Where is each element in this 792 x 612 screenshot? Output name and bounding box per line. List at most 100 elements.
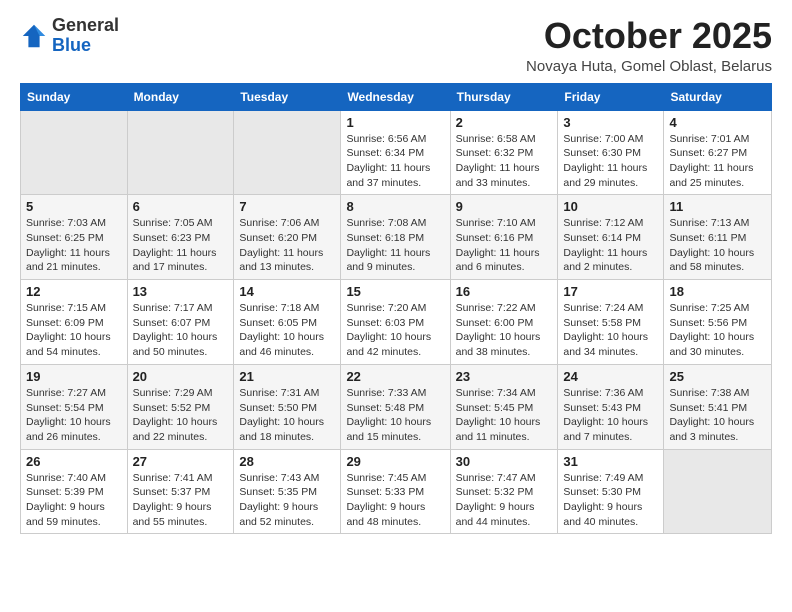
day-number: 3 xyxy=(563,115,658,130)
calendar-cell: 25 Sunrise: 7:38 AMSunset: 5:41 PMDayligh… xyxy=(664,364,772,449)
calendar-week-row: 5 Sunrise: 7:03 AMSunset: 6:25 PMDaylight… xyxy=(21,195,772,280)
day-info: Sunrise: 6:58 AMSunset: 6:32 PMDaylight:… xyxy=(456,132,553,191)
day-info: Sunrise: 7:34 AMSunset: 5:45 PMDaylight:… xyxy=(456,386,553,445)
weekday-header: Wednesday xyxy=(341,83,450,110)
day-number: 26 xyxy=(26,454,122,469)
day-info: Sunrise: 7:38 AMSunset: 5:41 PMDaylight:… xyxy=(669,386,766,445)
day-number: 15 xyxy=(346,284,444,299)
calendar-cell: 18Sunrise: 7:25 AMSunset: 5:56 PMDayligh… xyxy=(664,280,772,365)
day-number: 12 xyxy=(26,284,122,299)
calendar-cell: 1 Sunrise: 6:56 AMSunset: 6:34 PMDaylight… xyxy=(341,110,450,195)
calendar-week-row: 19 Sunrise: 7:27 AMSunset: 5:54 PMDayligh… xyxy=(21,364,772,449)
weekday-header: Sunday xyxy=(21,83,128,110)
weekday-header: Saturday xyxy=(664,83,772,110)
day-number: 19 xyxy=(26,369,122,384)
day-info: Sunrise: 7:01 AMSunset: 6:27 PMDaylight:… xyxy=(669,132,766,191)
page-container: General Blue October 2025 Novaya Huta, G… xyxy=(0,0,792,544)
title-block: October 2025 Novaya Huta, Gomel Oblast, … xyxy=(526,16,772,75)
calendar-week-row: 26 Sunrise: 7:40 AMSunset: 5:39 PMDayligh… xyxy=(21,449,772,534)
day-info: Sunrise: 7:47 AMSunset: 5:32 PMDaylight:… xyxy=(456,471,553,530)
day-number: 28 xyxy=(239,454,335,469)
day-number: 17 xyxy=(563,284,658,299)
day-info: Sunrise: 7:18 AMSunset: 6:05 PMDaylight:… xyxy=(239,301,335,360)
day-number: 5 xyxy=(26,199,122,214)
day-info: Sunrise: 7:27 AMSunset: 5:54 PMDaylight:… xyxy=(26,386,122,445)
day-info: Sunrise: 7:13 AMSunset: 6:11 PMDaylight:… xyxy=(669,216,766,275)
logo-icon xyxy=(20,22,48,50)
day-number: 4 xyxy=(669,115,766,130)
calendar-cell: 28 Sunrise: 7:43 AMSunset: 5:35 PMDayligh… xyxy=(234,449,341,534)
logo-text: General Blue xyxy=(52,16,119,56)
day-info: Sunrise: 6:56 AMSunset: 6:34 PMDaylight:… xyxy=(346,132,444,191)
day-number: 1 xyxy=(346,115,444,130)
logo-general: General xyxy=(52,15,119,35)
calendar-cell: 9Sunrise: 7:10 AMSunset: 6:16 PMDaylight… xyxy=(450,195,558,280)
day-number: 31 xyxy=(563,454,658,469)
calendar-cell: 6 Sunrise: 7:05 AMSunset: 6:23 PMDaylight… xyxy=(127,195,234,280)
day-number: 25 xyxy=(669,369,766,384)
day-info: Sunrise: 7:15 AMSunset: 6:09 PMDaylight:… xyxy=(26,301,122,360)
calendar-cell: 7Sunrise: 7:06 AMSunset: 6:20 PMDaylight… xyxy=(234,195,341,280)
day-number: 18 xyxy=(669,284,766,299)
location-subtitle: Novaya Huta, Gomel Oblast, Belarus xyxy=(526,58,772,75)
calendar-cell: 21 Sunrise: 7:31 AMSunset: 5:50 PMDayligh… xyxy=(234,364,341,449)
weekday-header: Friday xyxy=(558,83,664,110)
day-info: Sunrise: 7:40 AMSunset: 5:39 PMDaylight:… xyxy=(26,471,122,530)
logo-blue: Blue xyxy=(52,35,91,55)
day-info: Sunrise: 7:41 AMSunset: 5:37 PMDaylight:… xyxy=(133,471,229,530)
day-number: 10 xyxy=(563,199,658,214)
calendar-cell: 15 Sunrise: 7:20 AMSunset: 6:03 PMDayligh… xyxy=(341,280,450,365)
calendar-table: SundayMondayTuesdayWednesdayThursdayFrid… xyxy=(20,83,772,535)
day-number: 7 xyxy=(239,199,335,214)
day-info: Sunrise: 7:20 AMSunset: 6:03 PMDaylight:… xyxy=(346,301,444,360)
day-number: 29 xyxy=(346,454,444,469)
calendar-week-row: 1 Sunrise: 6:56 AMSunset: 6:34 PMDaylight… xyxy=(21,110,772,195)
weekday-header: Thursday xyxy=(450,83,558,110)
calendar-cell: 4 Sunrise: 7:01 AMSunset: 6:27 PMDaylight… xyxy=(664,110,772,195)
day-info: Sunrise: 7:17 AMSunset: 6:07 PMDaylight:… xyxy=(133,301,229,360)
calendar-cell: 24Sunrise: 7:36 AMSunset: 5:43 PMDayligh… xyxy=(558,364,664,449)
calendar-cell xyxy=(21,110,128,195)
day-number: 30 xyxy=(456,454,553,469)
day-number: 13 xyxy=(133,284,229,299)
day-number: 21 xyxy=(239,369,335,384)
day-number: 16 xyxy=(456,284,553,299)
calendar-cell xyxy=(127,110,234,195)
calendar-cell: 11Sunrise: 7:13 AMSunset: 6:11 PMDayligh… xyxy=(664,195,772,280)
calendar-header-row: SundayMondayTuesdayWednesdayThursdayFrid… xyxy=(21,83,772,110)
day-number: 6 xyxy=(133,199,229,214)
calendar-cell: 22 Sunrise: 7:33 AMSunset: 5:48 PMDayligh… xyxy=(341,364,450,449)
day-number: 27 xyxy=(133,454,229,469)
day-number: 14 xyxy=(239,284,335,299)
day-info: Sunrise: 7:45 AMSunset: 5:33 PMDaylight:… xyxy=(346,471,444,530)
calendar-cell xyxy=(664,449,772,534)
day-info: Sunrise: 7:43 AMSunset: 5:35 PMDaylight:… xyxy=(239,471,335,530)
calendar-cell: 13 Sunrise: 7:17 AMSunset: 6:07 PMDayligh… xyxy=(127,280,234,365)
calendar-cell: 2 Sunrise: 6:58 AMSunset: 6:32 PMDaylight… xyxy=(450,110,558,195)
day-number: 2 xyxy=(456,115,553,130)
month-title: October 2025 xyxy=(526,16,772,56)
day-info: Sunrise: 7:49 AMSunset: 5:30 PMDaylight:… xyxy=(563,471,658,530)
day-info: Sunrise: 7:03 AMSunset: 6:25 PMDaylight:… xyxy=(26,216,122,275)
day-number: 23 xyxy=(456,369,553,384)
day-info: Sunrise: 7:12 AMSunset: 6:14 PMDaylight:… xyxy=(563,216,658,275)
calendar-cell: 12 Sunrise: 7:15 AMSunset: 6:09 PMDayligh… xyxy=(21,280,128,365)
logo: General Blue xyxy=(20,16,119,56)
header: General Blue October 2025 Novaya Huta, G… xyxy=(20,16,772,75)
day-info: Sunrise: 7:29 AMSunset: 5:52 PMDaylight:… xyxy=(133,386,229,445)
day-info: Sunrise: 7:22 AMSunset: 6:00 PMDaylight:… xyxy=(456,301,553,360)
day-info: Sunrise: 7:31 AMSunset: 5:50 PMDaylight:… xyxy=(239,386,335,445)
calendar-cell: 14 Sunrise: 7:18 AMSunset: 6:05 PMDayligh… xyxy=(234,280,341,365)
day-number: 22 xyxy=(346,369,444,384)
day-info: Sunrise: 7:00 AMSunset: 6:30 PMDaylight:… xyxy=(563,132,658,191)
day-number: 20 xyxy=(133,369,229,384)
calendar-cell: 26 Sunrise: 7:40 AMSunset: 5:39 PMDayligh… xyxy=(21,449,128,534)
calendar-cell: 3 Sunrise: 7:00 AMSunset: 6:30 PMDaylight… xyxy=(558,110,664,195)
day-info: Sunrise: 7:05 AMSunset: 6:23 PMDaylight:… xyxy=(133,216,229,275)
calendar-cell: 10 Sunrise: 7:12 AMSunset: 6:14 PMDayligh… xyxy=(558,195,664,280)
day-info: Sunrise: 7:33 AMSunset: 5:48 PMDaylight:… xyxy=(346,386,444,445)
weekday-header: Monday xyxy=(127,83,234,110)
calendar-cell: 27 Sunrise: 7:41 AMSunset: 5:37 PMDayligh… xyxy=(127,449,234,534)
weekday-header: Tuesday xyxy=(234,83,341,110)
day-number: 24 xyxy=(563,369,658,384)
